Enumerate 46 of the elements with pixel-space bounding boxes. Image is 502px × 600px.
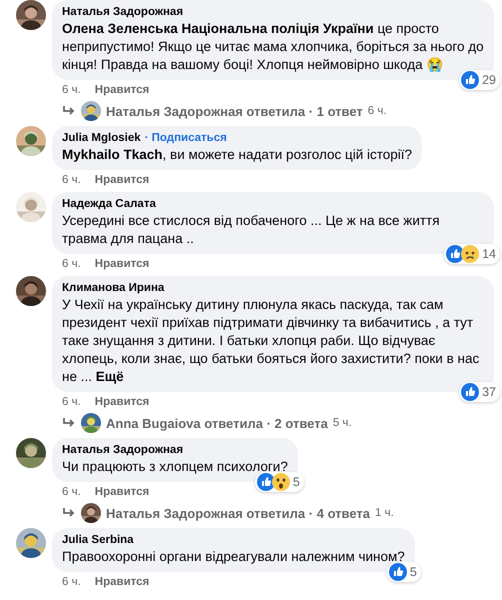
reaction-count: 14	[482, 247, 496, 261]
comment-time: 6 ч.	[62, 486, 81, 499]
like-link[interactable]: Нравится	[94, 258, 150, 271]
comment-time: 6 ч.	[62, 258, 81, 271]
like-icon	[461, 71, 480, 89]
reaction-badge[interactable]: 37	[459, 382, 500, 402]
like-link[interactable]: Нравится	[94, 174, 150, 187]
reaction-count: 5	[292, 475, 300, 489]
comment-text: Mykhailo Tkach, ви можете надати розголос цій історії?	[62, 146, 412, 164]
like-link[interactable]: Нравится	[94, 576, 150, 589]
like-icon	[461, 383, 480, 401]
comment-time: 6 ч.	[62, 174, 81, 187]
comment-time: 6 ч.	[62, 84, 81, 97]
reaction-count: 5	[410, 565, 417, 579]
surprised-face-icon	[272, 473, 290, 491]
reaction-badge[interactable]: 5	[254, 472, 304, 492]
reply-arrow-icon	[62, 417, 76, 429]
reaction-badge[interactable]: 29	[459, 70, 500, 90]
like-link[interactable]: Нравится	[94, 396, 150, 409]
replies-link[interactable]: Anna Bugaiova ответила · 2 ответа	[106, 416, 328, 430]
reply-arrow-icon	[62, 105, 76, 117]
like-icon	[256, 473, 275, 491]
reaction-badge[interactable]: 5	[386, 562, 421, 582]
comment-time: 6 ч.	[62, 396, 81, 409]
comment-author[interactable]: Наталья Задорожная	[62, 5, 184, 20]
like-link[interactable]: Нравится	[94, 486, 150, 499]
comment-text: Усередині все стислося від побаченого ... Це ж на все життя травма для пацана ..	[62, 212, 441, 248]
like-link[interactable]: Нравится	[94, 84, 150, 97]
replies-link[interactable]: Наталья Задорожная ответила · 1 ответ	[106, 104, 363, 118]
reaction-count: 37	[482, 385, 496, 399]
reply-arrow-icon	[62, 507, 76, 519]
reply-time: 6 ч.	[368, 105, 387, 117]
follow-link[interactable]: · Подписаться	[144, 131, 227, 146]
comment-author[interactable]: Надежда Салата	[62, 197, 156, 212]
comment-author[interactable]: Julia Mglosiek	[62, 131, 141, 146]
sad-face-icon	[461, 245, 480, 263]
like-icon	[388, 563, 407, 581]
reaction-count: 29	[482, 73, 496, 87]
comment-time: 6 ч.	[62, 576, 81, 589]
replies-link[interactable]: Наталья Задорожная ответила · 4 ответа	[106, 506, 370, 520]
reaction-badge[interactable]: 14	[444, 244, 500, 264]
reply-time: 5 ч.	[332, 417, 352, 429]
comment-author[interactable]: Наталья Задорожная	[62, 443, 184, 458]
reply-time: 1 ч.	[375, 507, 394, 519]
comment-author[interactable]: Julia Serbina	[62, 533, 134, 548]
comment-author[interactable]: Климанова Ирина	[62, 281, 164, 296]
